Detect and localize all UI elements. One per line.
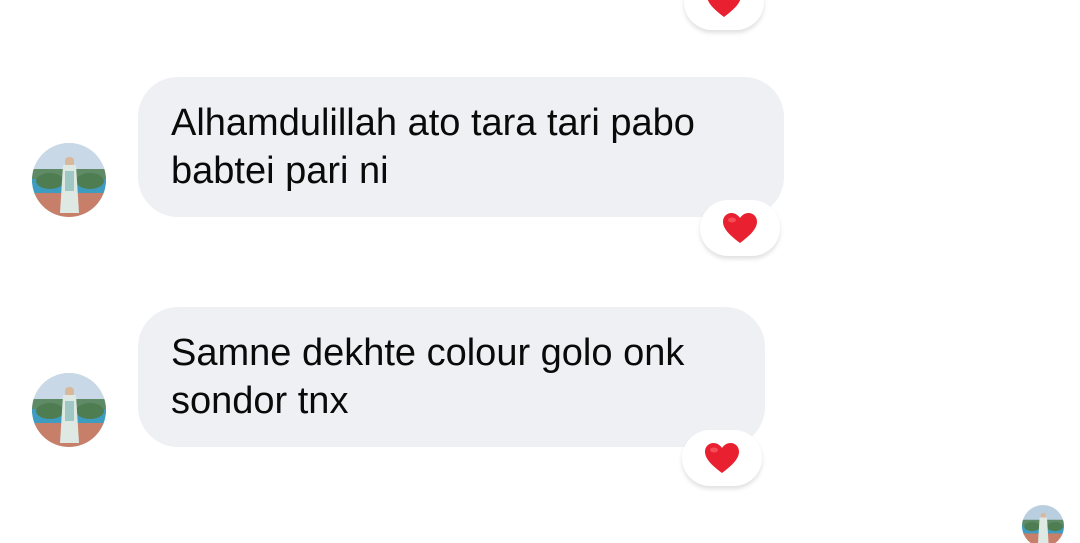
message-text-line: Alhamdulillah ato tara tari pabo: [171, 102, 695, 144]
reaction-pill[interactable]: [700, 200, 780, 256]
sender-avatar[interactable]: [32, 143, 106, 217]
message-text-line: sondor tnx: [171, 380, 349, 422]
message-text-line: babtei pari ni: [171, 150, 389, 192]
message-bubble[interactable]: Alhamdulillah ato tara tari pabo babtei …: [138, 77, 784, 217]
reaction-pill[interactable]: [684, 0, 764, 30]
heart-icon: [707, 0, 741, 17]
sender-avatar[interactable]: [32, 373, 106, 447]
message-text-line: Samne dekhte colour golo onk: [171, 332, 685, 374]
read-receipt-avatar: [1022, 505, 1064, 543]
chat-thread: Alhamdulillah ato tara tari pabo babtei …: [0, 0, 1080, 543]
reaction-pill[interactable]: [682, 430, 762, 486]
heart-icon: [723, 213, 757, 243]
message-bubble[interactable]: Samne dekhte colour golo onk sondor tnx: [138, 307, 765, 447]
heart-icon: [705, 443, 739, 473]
